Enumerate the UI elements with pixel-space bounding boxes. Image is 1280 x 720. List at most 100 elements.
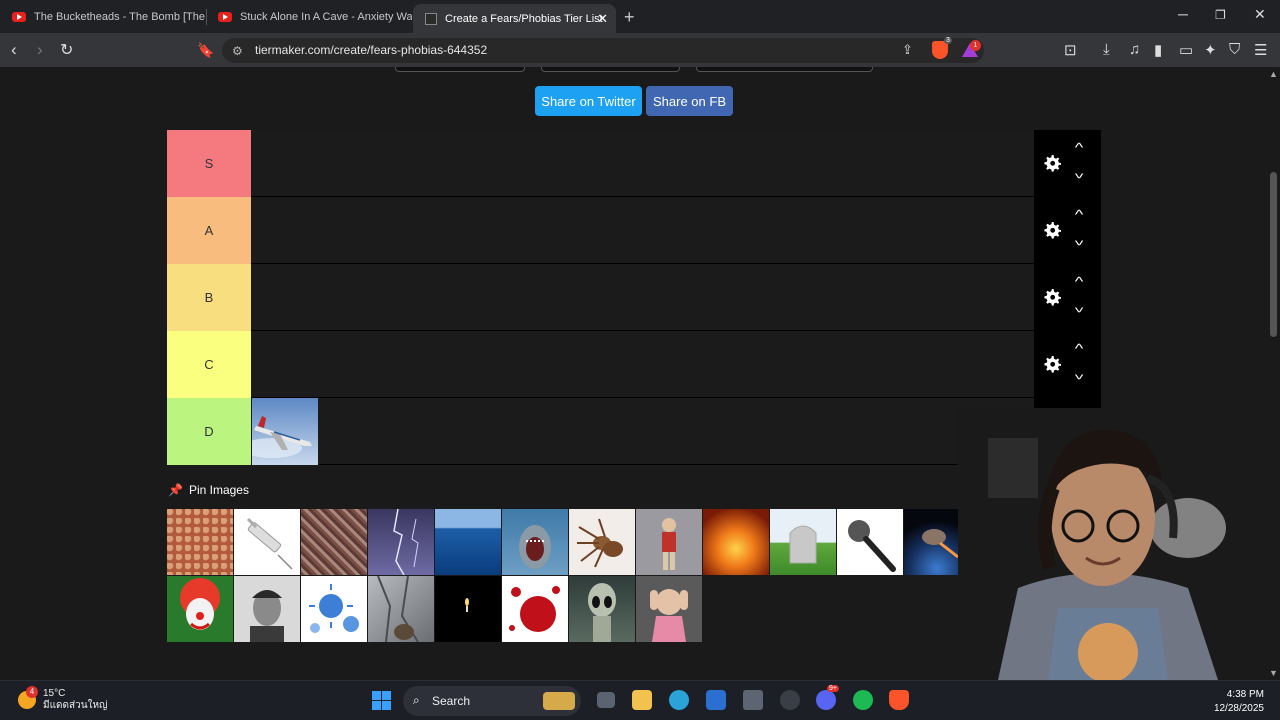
top-button[interactable]	[395, 67, 525, 72]
tier-label[interactable]: C	[167, 331, 251, 398]
pool-image-man-portrait[interactable]	[234, 576, 300, 642]
leo-ai-icon[interactable]: ✦	[1204, 41, 1217, 59]
pool-image-spider[interactable]	[569, 509, 635, 575]
pool-image-gravestone[interactable]	[770, 509, 836, 575]
forward-icon[interactable]: ›	[37, 40, 43, 60]
pool-image-crowd[interactable]	[301, 509, 367, 575]
pool-image-ocean[interactable]	[435, 509, 501, 575]
pool-image-fire[interactable]	[703, 509, 769, 575]
crack-image	[377, 576, 419, 642]
store-icon[interactable]	[706, 690, 726, 710]
wallet-icon[interactable]: ▭	[1179, 41, 1193, 59]
bookmark-icon[interactable]: 🔖	[197, 42, 214, 59]
pool-image-shark[interactable]	[502, 509, 568, 575]
scroll-down-icon[interactable]: ▼	[1269, 668, 1278, 678]
tier-item-airplane[interactable]	[242, 398, 318, 465]
pool-image-alien[interactable]	[569, 576, 635, 642]
download-icon[interactable]: ⤓	[1103, 41, 1110, 58]
task-view-icon[interactable]	[597, 692, 615, 708]
discord-icon[interactable]: 9+	[816, 685, 839, 710]
pool-image-lotus-seed-pod[interactable]	[167, 509, 233, 575]
gear-icon[interactable]	[1040, 286, 1064, 310]
pool-image-virus[interactable]	[301, 576, 367, 642]
menu-icon[interactable]: ☰	[1254, 41, 1267, 59]
tier-label[interactable]: S	[167, 130, 251, 197]
app-icon[interactable]	[743, 690, 763, 710]
pool-image-crack[interactable]	[368, 576, 434, 642]
tier-row-c: C ^ ^	[167, 331, 1101, 398]
tier-label[interactable]: A	[167, 197, 251, 264]
date: 12/28/2025	[1213, 703, 1264, 714]
move-up-icon[interactable]: ^	[1075, 274, 1084, 289]
tier-label[interactable]: B	[167, 264, 251, 331]
back-icon[interactable]: ‹	[11, 40, 17, 60]
gear-icon[interactable]	[1040, 219, 1064, 243]
gear-icon[interactable]	[1040, 353, 1064, 377]
rewards-badge: 1	[970, 40, 981, 51]
sidebar-icon[interactable]: ▮	[1154, 41, 1162, 59]
spotify-icon[interactable]	[853, 690, 873, 710]
move-up-icon[interactable]: ^	[1075, 140, 1084, 155]
move-down-icon[interactable]: ^	[1075, 367, 1084, 382]
pool-image-lightning[interactable]	[368, 509, 434, 575]
brave-icon[interactable]	[889, 690, 909, 710]
screenshot-icon[interactable]: ⊡	[1064, 41, 1077, 59]
edge-icon[interactable]	[669, 690, 689, 710]
pool-image-microphone[interactable]	[837, 509, 903, 575]
search-highlight-icon	[543, 692, 575, 710]
pool-image-clown[interactable]	[167, 576, 233, 642]
share-facebook-button[interactable]: Share on FB	[646, 86, 733, 116]
spider-image	[577, 518, 623, 568]
alien-image	[588, 583, 616, 642]
close-tab-icon[interactable]: ✕	[597, 11, 608, 27]
pool-image-puppet[interactable]	[636, 509, 702, 575]
move-down-icon[interactable]: ^	[1075, 300, 1084, 315]
search-icon: ⌕	[413, 693, 420, 707]
tab-youtube-1[interactable]: The Bucketheads - The Bomb [These	[0, 4, 205, 30]
share-icon[interactable]: ⇪	[902, 42, 913, 58]
tab-tiermaker[interactable]: Create a Fears/Phobias Tier List ✕	[413, 4, 616, 33]
move-down-icon[interactable]: ^	[1075, 166, 1084, 181]
reload-icon[interactable]: ↻	[60, 40, 73, 60]
scroll-up-icon[interactable]: ▲	[1269, 69, 1278, 79]
site-info-icon[interactable]: ⚙	[232, 44, 243, 58]
app-icon[interactable]	[780, 690, 800, 710]
file-explorer-icon[interactable]	[632, 690, 652, 710]
tier-label[interactable]: D	[167, 398, 251, 465]
pin-images-label: Pin Images	[188, 483, 249, 497]
weather-badge: 4	[26, 686, 38, 698]
pool-image-syringe[interactable]	[234, 509, 300, 575]
url-field[interactable]: ⚙ tiermaker.com/create/fears-phobias-644…	[222, 38, 984, 63]
top-button[interactable]	[696, 67, 873, 72]
music-icon[interactable]: ♫	[1129, 41, 1140, 58]
weather-widget[interactable]: 4 15°C มีแดดส่วนใหญ่	[18, 686, 108, 712]
close-window-icon[interactable]: ✕	[1254, 6, 1266, 23]
top-button[interactable]	[541, 67, 680, 72]
minimize-icon[interactable]: ─	[1178, 6, 1188, 22]
vpn-icon[interactable]: ⛉	[1229, 41, 1240, 58]
move-up-icon[interactable]: ^	[1075, 341, 1084, 356]
tab-youtube-2[interactable]: Stuck Alone In A Cave - Anxiety Warr	[206, 4, 412, 30]
image-pool	[167, 509, 970, 643]
move-down-icon[interactable]: ^	[1075, 233, 1084, 248]
scrollbar[interactable]	[1268, 67, 1280, 680]
pool-image-blood[interactable]	[502, 576, 568, 642]
windows-start-icon[interactable]	[372, 691, 391, 710]
webcam-image	[958, 408, 1268, 680]
new-tab-button[interactable]: +	[624, 7, 635, 28]
youtube-icon	[12, 12, 26, 22]
gear-icon[interactable]	[1040, 152, 1064, 176]
clock[interactable]: 4:38 PM 12/28/2025	[1210, 688, 1264, 716]
restore-icon[interactable]: ❐	[1215, 8, 1226, 22]
taskbar-search[interactable]: ⌕ Search	[403, 686, 581, 716]
scrollbar-thumb[interactable]	[1270, 172, 1277, 337]
tier-row-b: B ^ ^	[167, 264, 1101, 331]
pin-images-toggle[interactable]: 📌 Pin Images	[168, 483, 249, 497]
weather-desc: มีแดดส่วนใหญ่	[43, 700, 108, 711]
pool-image-scared-girl[interactable]	[636, 576, 702, 642]
pool-image-candle-dark[interactable]	[435, 576, 501, 642]
move-up-icon[interactable]: ^	[1075, 207, 1084, 222]
airplane-image	[242, 398, 318, 465]
tab-title: The Bucketheads - The Bomb [These	[34, 11, 205, 23]
share-twitter-button[interactable]: Share on Twitter	[535, 86, 642, 116]
